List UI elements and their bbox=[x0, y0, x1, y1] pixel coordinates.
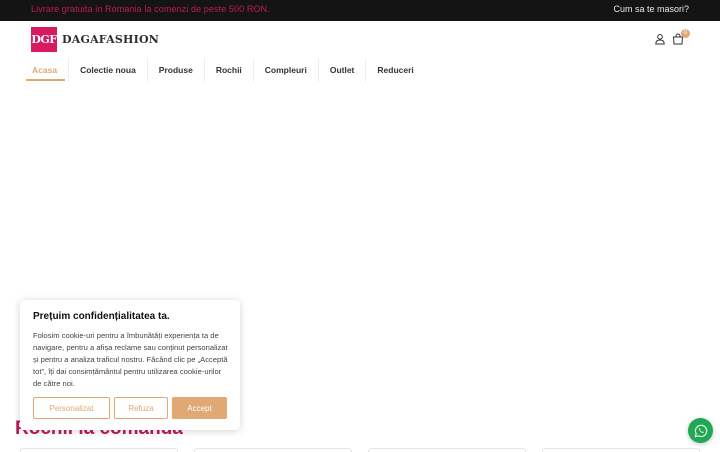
cookie-customize-button[interactable]: Personalizat bbox=[33, 397, 110, 419]
logo-mark[interactable]: DGF bbox=[31, 27, 57, 52]
nav-item-produse[interactable]: Produse bbox=[148, 58, 205, 82]
free-shipping-notice: Livrare gratuita in Romania la comenzi d… bbox=[31, 4, 270, 14]
cart-count-badge: 0 bbox=[681, 29, 690, 38]
cookie-accept-button[interactable]: Accept bbox=[172, 397, 227, 419]
product-card[interactable] bbox=[20, 448, 178, 452]
cookie-title: Prețuim confidențialitatea ta. bbox=[33, 311, 170, 322]
cookie-consent-banner: Prețuim confidențialitatea ta. Folosim c… bbox=[20, 300, 240, 430]
cookie-reject-button[interactable]: Refuza bbox=[114, 397, 168, 419]
nav-item-rochii[interactable]: Rochii bbox=[205, 58, 254, 82]
user-icon[interactable] bbox=[654, 33, 666, 45]
nav-item-compleuri[interactable]: Compleuri bbox=[254, 58, 319, 82]
announcement-bar: Livrare gratuita in Romania la comenzi d… bbox=[0, 0, 720, 21]
whatsapp-chat-button[interactable] bbox=[688, 418, 713, 443]
site-header: DGF DAGAFASHION 0 bbox=[0, 21, 720, 57]
product-card[interactable] bbox=[368, 448, 526, 452]
product-card[interactable] bbox=[542, 448, 700, 452]
cookie-description: Folosim cookie-uri pentru a îmbunătăți e… bbox=[33, 331, 228, 388]
nav-item-colectie-noua[interactable]: Colectie noua bbox=[69, 58, 148, 82]
logo-text[interactable]: DAGAFASHION bbox=[62, 33, 159, 46]
whatsapp-icon bbox=[694, 424, 707, 437]
size-guide-link[interactable]: Cum sa te masori? bbox=[613, 4, 689, 14]
nav-item-acasa[interactable]: Acasa bbox=[21, 58, 70, 82]
nav-item-outlet[interactable]: Outlet bbox=[319, 58, 367, 82]
product-card[interactable] bbox=[194, 448, 352, 452]
nav-item-reduceri[interactable]: Reduceri bbox=[366, 58, 424, 82]
main-navigation: Acasa Colectie noua Produse Rochii Compl… bbox=[21, 58, 425, 82]
